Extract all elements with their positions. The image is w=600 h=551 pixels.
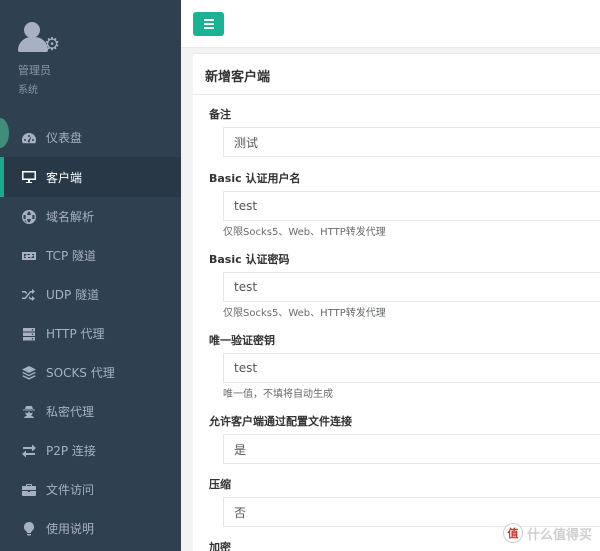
- vkey-input[interactable]: test: [223, 353, 600, 383]
- sidebar-item-http-proxy[interactable]: HTTP 代理: [0, 314, 181, 353]
- dashboard-icon: [20, 130, 38, 146]
- sidebar-item-dashboard[interactable]: 仪表盘: [0, 118, 181, 157]
- compress-label: 压缩: [209, 478, 231, 491]
- vkey-help: 唯一值，不填将自动生成: [223, 389, 333, 400]
- remark-input[interactable]: 测试: [223, 127, 600, 157]
- sidebar-item-tcp-tunnel[interactable]: TCP 隧道: [0, 236, 181, 275]
- sidebar-item-label: 域名解析: [46, 210, 95, 224]
- sidebar-item-label: TCP 隧道: [46, 249, 97, 263]
- basic-pass-help: 仅限Socks5、Web、HTTP转发代理: [223, 308, 386, 319]
- sidebar-item-label: 文件访问: [46, 483, 95, 497]
- sidebar-item-help[interactable]: 使用说明: [0, 509, 181, 548]
- crypt-label: 加密: [209, 541, 231, 551]
- sidebar-item-label: 客户端: [46, 170, 83, 185]
- panel-title: 新增客户端: [205, 70, 271, 85]
- server-icon: [20, 326, 38, 342]
- sidebar-item-clients[interactable]: 客户端: [0, 157, 181, 197]
- watermark: 值 什么值得买: [502, 523, 592, 543]
- exchange-icon: [20, 443, 38, 459]
- hamburger-icon-bar: [203, 27, 214, 29]
- watermark-logo-icon: 值: [502, 523, 523, 543]
- sidebar-item-label: 私密代理: [46, 405, 95, 419]
- sidebar-item-label: SOCKS 代理: [46, 366, 115, 380]
- sidebar-item-label: 仪表盘: [46, 131, 83, 145]
- profile-role[interactable]: 管理员: [18, 62, 62, 78]
- sidebar-item-udp-tunnel[interactable]: UDP 隧道: [0, 275, 181, 314]
- sidebar-item-label: 使用说明: [46, 522, 95, 536]
- user-secret-icon: [20, 404, 38, 420]
- vkey-label: 唯一验证密钥: [209, 334, 275, 347]
- layers-icon: [20, 365, 38, 381]
- config-conn-select[interactable]: 是: [223, 434, 600, 464]
- panel-divider: [193, 94, 600, 95]
- lightbulb-icon: [20, 521, 38, 537]
- basic-user-label: Basic 认证用户名: [209, 172, 301, 185]
- basic-user-help: 仅限Socks5、Web、HTTP转发代理: [223, 227, 386, 238]
- sidebar-nav: 仪表盘 客户端 域名解析 TCP 隧道 UDP 隧道 HTTP 代理 SOCKS…: [0, 118, 181, 548]
- top-navbar: [181, 0, 600, 48]
- profile-subtitle: 系统: [18, 85, 38, 96]
- user-gear-icon: ⚙: [18, 22, 62, 56]
- globe-icon: [20, 209, 38, 225]
- watermark-text: 什么值得买: [526, 527, 592, 543]
- basic-pass-label: Basic 认证密码: [209, 253, 290, 266]
- sidebar-item-private-proxy[interactable]: 私密代理: [0, 392, 181, 431]
- sidebar-item-label: UDP 隧道: [46, 288, 100, 302]
- sidebar-item-domain[interactable]: 域名解析: [0, 197, 181, 236]
- retweet-icon: [20, 248, 38, 264]
- basic-user-input[interactable]: test: [223, 191, 600, 221]
- briefcase-icon: [20, 482, 38, 498]
- sidebar-item-label: P2P 连接: [46, 444, 96, 458]
- sidebar-item-p2p[interactable]: P2P 连接: [0, 431, 181, 470]
- monitor-icon: [20, 169, 38, 185]
- profile: ⚙ 管理员 系统: [18, 22, 62, 96]
- sidebar-item-file-access[interactable]: 文件访问: [0, 470, 181, 509]
- basic-pass-input[interactable]: test: [223, 272, 600, 302]
- shuffle-icon: [20, 287, 38, 303]
- config-conn-label: 允许客户端通过配置文件连接: [209, 415, 352, 428]
- remark-label: 备注: [209, 108, 231, 121]
- sidebar-item-label: HTTP 代理: [46, 327, 105, 341]
- hamburger-icon: [203, 19, 214, 21]
- add-client-panel: 新增客户端 备注 测试 Basic 认证用户名 test 仅限Socks5、We…: [193, 53, 600, 551]
- sidebar-item-socks-proxy[interactable]: SOCKS 代理: [0, 353, 181, 392]
- sidebar: ⚙ 管理员 系统 仪表盘 客户端 域名解析 TCP 隧道 UDP 隧道 HTTP…: [0, 0, 181, 551]
- hamburger-icon-bar: [203, 23, 214, 25]
- menu-toggle-button[interactable]: [193, 12, 224, 36]
